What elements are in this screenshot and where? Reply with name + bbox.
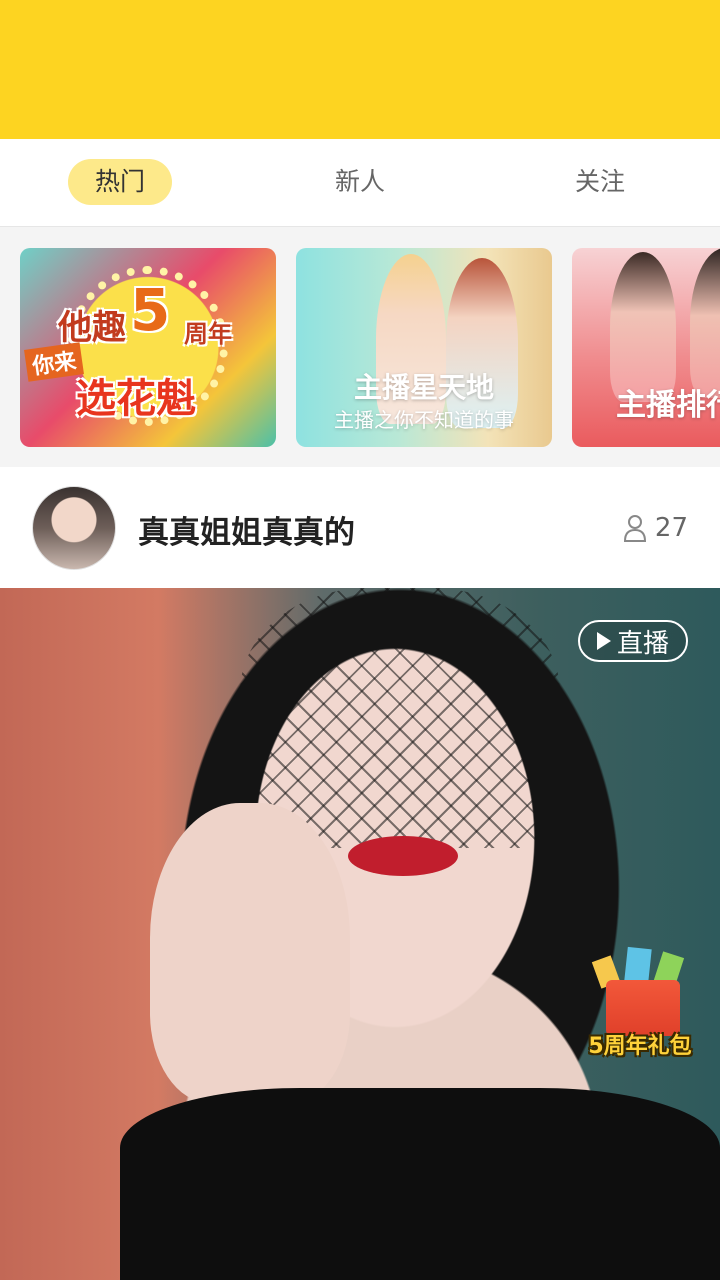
banner-3-photo-right bbox=[690, 248, 720, 398]
avatar[interactable] bbox=[32, 486, 116, 570]
anniversary-gift-button[interactable]: 5周年礼包 bbox=[580, 940, 700, 1070]
live-label: 直播 bbox=[616, 628, 669, 659]
live-stream-cover[interactable]: 直播 5周年礼包 bbox=[0, 588, 720, 1280]
cover-dress-shape bbox=[120, 1088, 720, 1280]
banner-carousel: 他趣 5 周年 你来 选花魁 主播星天地 主播之你不知道的事 主播排行 bbox=[0, 227, 720, 467]
live-badge[interactable]: 直播 bbox=[578, 620, 688, 662]
tab-new[interactable]: 新人 bbox=[310, 159, 410, 205]
cover-hand-shape bbox=[150, 803, 350, 1103]
banner-2-title: 主播星天地 bbox=[353, 371, 494, 404]
top-header-bar bbox=[0, 0, 720, 139]
banner-1-line4: 选花魁 bbox=[76, 376, 196, 422]
banner-1-line2: 周年 bbox=[184, 320, 232, 348]
streamer-name: 真真姐姐真真的 bbox=[138, 515, 355, 551]
streamer-info-row[interactable]: 真真姐姐真真的 27 bbox=[0, 467, 720, 588]
category-tabs: 热门 新人 关注 bbox=[0, 139, 720, 227]
viewer-count-value: 27 bbox=[654, 513, 688, 543]
play-icon bbox=[596, 632, 611, 650]
banner-streamer-ranking[interactable]: 主播排行 bbox=[572, 248, 720, 447]
viewer-count: 27 bbox=[623, 511, 688, 545]
gift-item-icon bbox=[624, 946, 652, 984]
cover-lips-shape bbox=[348, 836, 458, 876]
banner-2-subtitle: 主播之你不知道的事 bbox=[334, 408, 514, 432]
banner-3-title: 主播排行 bbox=[616, 388, 720, 423]
banner-1-number: 5 bbox=[130, 276, 171, 344]
person-outline-icon bbox=[623, 515, 646, 542]
banner-streamer-world[interactable]: 主播星天地 主播之你不知道的事 bbox=[296, 248, 552, 447]
tab-hot[interactable]: 热门 bbox=[68, 159, 172, 205]
banner-1-line1: 他趣 bbox=[58, 308, 126, 348]
banner-anniversary-vote[interactable]: 他趣 5 周年 你来 选花魁 bbox=[20, 248, 276, 447]
gift-label: 5周年礼包 bbox=[588, 1034, 692, 1059]
tab-follow[interactable]: 关注 bbox=[550, 159, 650, 205]
